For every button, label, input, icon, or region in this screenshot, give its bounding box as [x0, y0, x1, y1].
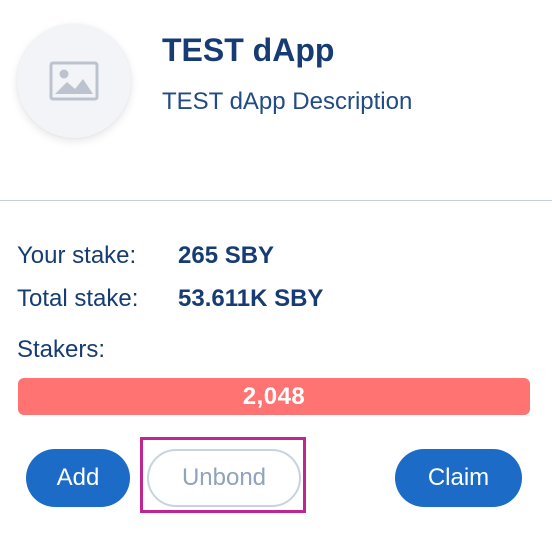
your-stake-value: 265 SBY [178, 242, 275, 269]
unbond-button[interactable]: Unbond [147, 449, 301, 507]
stakers-count-bar: 2,048 [18, 378, 530, 415]
divider [0, 200, 552, 201]
total-stake-label: Total stake: [17, 285, 139, 312]
dapp-logo [17, 24, 131, 138]
dapp-staking-card: TEST dApp TEST dApp Description Your sta… [0, 0, 552, 534]
stakers-label: Stakers: [17, 336, 106, 363]
add-button[interactable]: Add [26, 449, 130, 507]
image-placeholder-icon [49, 61, 99, 101]
total-stake-value: 53.611K SBY [178, 285, 324, 312]
claim-button[interactable]: Claim [395, 449, 522, 507]
dapp-description: TEST dApp Description [162, 88, 413, 115]
stakers-row: Stakers: [17, 336, 105, 364]
dapp-title: TEST dApp [162, 32, 335, 68]
your-stake-row: Your stake: 265 SBY [17, 242, 274, 270]
your-stake-label: Your stake: [17, 242, 137, 269]
total-stake-row: Total stake: 53.611K SBY [17, 285, 323, 313]
